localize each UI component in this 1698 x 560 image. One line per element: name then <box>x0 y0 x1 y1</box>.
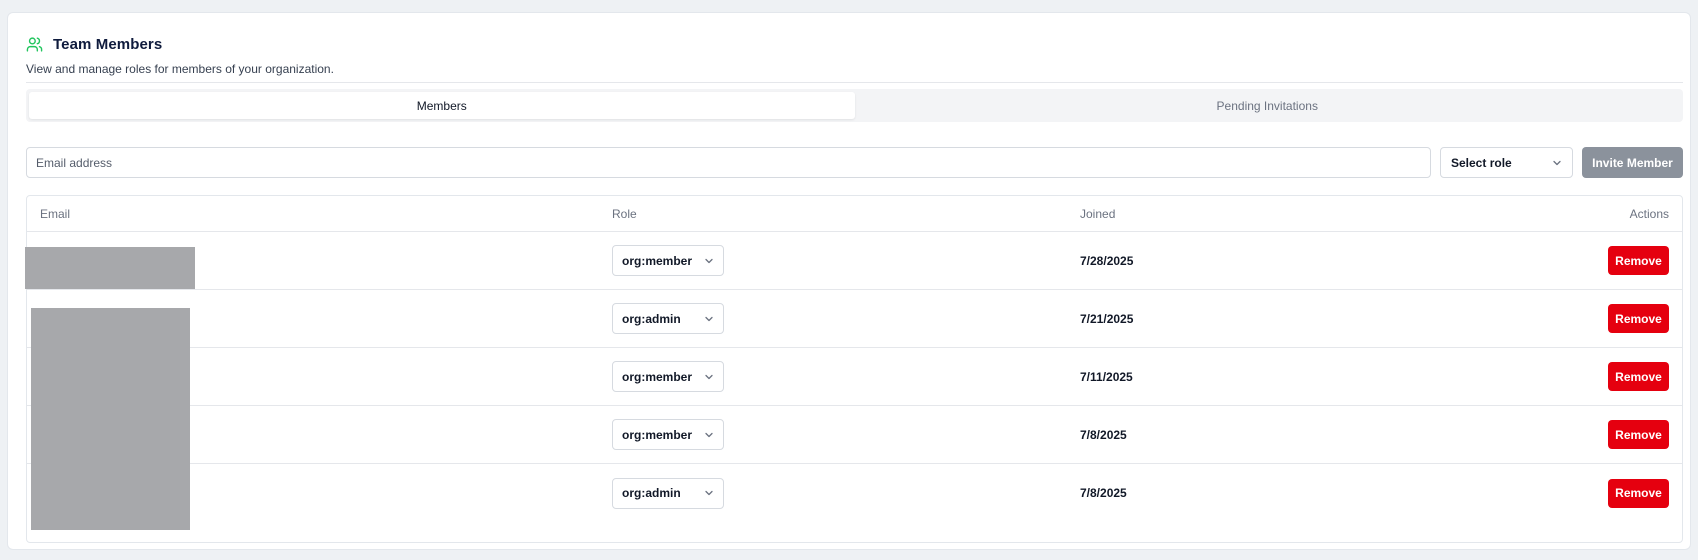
column-header-role: Role <box>612 206 637 221</box>
tab-members[interactable]: Members <box>29 92 855 119</box>
table-row: org:admin 7/8/2025 Remove <box>27 464 1682 522</box>
team-members-card: Team Members View and manage roles for m… <box>7 12 1691 550</box>
chevron-down-icon <box>704 256 714 266</box>
member-role-select[interactable]: org:admin <box>612 303 724 334</box>
actions-cell: Remove <box>1502 304 1682 333</box>
column-header-joined: Joined <box>1080 206 1116 221</box>
member-role-select[interactable]: org:member <box>612 419 724 450</box>
member-role-value: org:admin <box>622 311 681 326</box>
joined-date: 7/21/2025 <box>1080 311 1134 326</box>
page-subtitle: View and manage roles for members of you… <box>26 62 334 76</box>
column-header-actions: Actions <box>1629 206 1669 221</box>
member-role-value: org:member <box>622 253 693 268</box>
remove-button[interactable]: Remove <box>1608 362 1669 391</box>
chevron-down-icon <box>704 488 714 498</box>
card-header: Team Members View and manage roles for m… <box>26 33 1672 77</box>
chevron-down-icon <box>704 314 714 324</box>
remove-button[interactable]: Remove <box>1608 420 1669 449</box>
joined-date: 7/8/2025 <box>1080 427 1127 442</box>
table-row: org:member 7/8/2025 Remove <box>27 406 1682 464</box>
title-row: Team Members <box>26 33 1672 55</box>
members-table: Email Role Joined Actions org:member 7/2… <box>26 195 1683 543</box>
remove-button[interactable]: Remove <box>1608 304 1669 333</box>
joined-date: 7/28/2025 <box>1080 253 1134 268</box>
table-header: Email Role Joined Actions <box>27 196 1682 232</box>
invite-member-button[interactable]: Invite Member <box>1582 147 1683 178</box>
users-icon <box>26 36 43 53</box>
member-role-value: org:member <box>622 427 693 442</box>
actions-cell: Remove <box>1502 478 1682 508</box>
role-cell: org:admin <box>601 303 1068 334</box>
joined-date: 7/8/2025 <box>1080 486 1127 500</box>
chevron-down-icon <box>704 430 714 440</box>
actions-cell: Remove <box>1502 246 1682 275</box>
column-header-email: Email <box>40 206 71 221</box>
actions-cell: Remove <box>1502 362 1682 391</box>
member-role-select[interactable]: org:member <box>612 245 724 276</box>
table-row: org:member 7/28/2025 Remove <box>27 232 1682 290</box>
joined-date: 7/11/2025 <box>1080 369 1133 384</box>
header-divider <box>26 82 1683 83</box>
member-role-select[interactable]: org:admin <box>612 477 724 509</box>
role-select-value: Select role <box>1451 155 1512 170</box>
chevron-down-icon <box>1552 158 1562 168</box>
tab-list: Members Pending Invitations <box>26 89 1683 122</box>
member-role-value: org:member <box>622 369 693 384</box>
chevron-down-icon <box>704 372 714 382</box>
email-input[interactable] <box>26 147 1431 178</box>
table-row: org:member 7/11/2025 Remove <box>27 348 1682 406</box>
remove-button[interactable]: Remove <box>1608 478 1669 508</box>
actions-cell: Remove <box>1502 420 1682 449</box>
member-role-select[interactable]: org:member <box>612 361 724 392</box>
table-row: org:admin 7/21/2025 Remove <box>27 290 1682 348</box>
role-cell: org:member <box>601 245 1068 276</box>
remove-button[interactable]: Remove <box>1608 246 1669 275</box>
role-select[interactable]: Select role <box>1440 147 1573 178</box>
role-cell: org:member <box>601 361 1068 392</box>
role-cell: org:admin <box>601 477 1068 509</box>
member-role-value: org:admin <box>622 486 681 500</box>
tab-pending-invitations[interactable]: Pending Invitations <box>855 92 1681 119</box>
page-title: Team Members <box>53 35 163 53</box>
redacted-email-block <box>31 308 190 530</box>
invite-form: Select role Invite Member <box>26 147 1683 180</box>
redacted-email-block <box>25 247 195 289</box>
role-cell: org:member <box>601 419 1068 450</box>
